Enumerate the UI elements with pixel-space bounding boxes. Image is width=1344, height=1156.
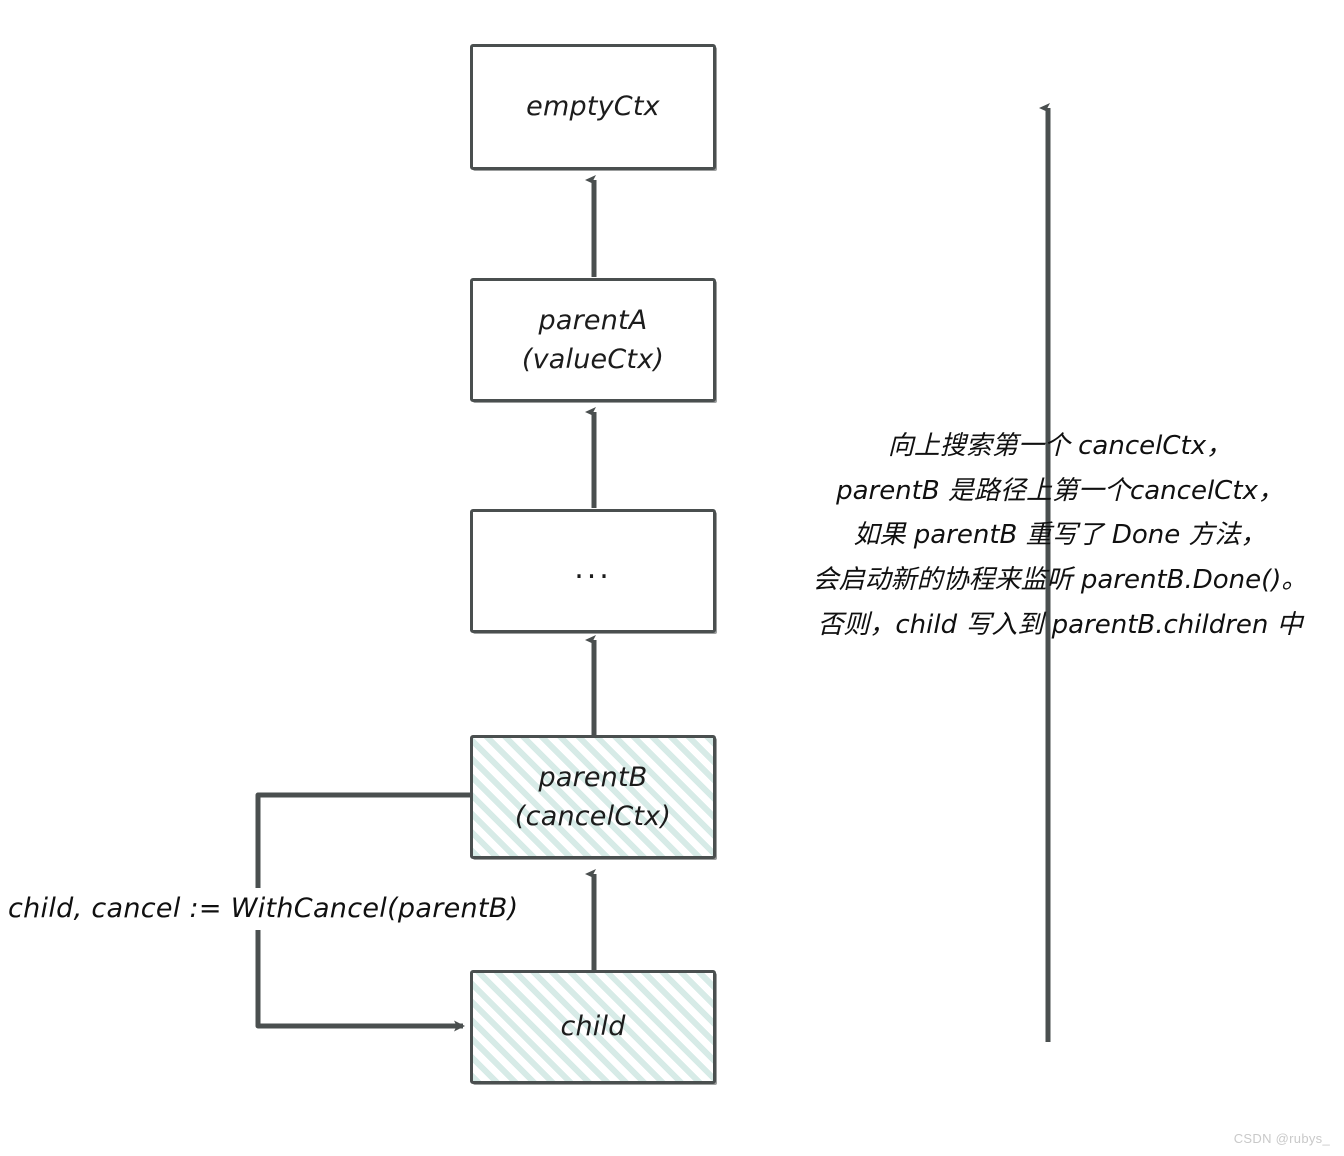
node-parenta: parentA (valueCtx) xyxy=(470,278,716,402)
search-explanation-line-2: parentB 是路径上第一个cancelCtx， xyxy=(836,475,1284,506)
search-explanation-line-4: 会启动新的协程来监听 parentB.Done()。 xyxy=(812,565,1308,596)
node-parentb: parentB (cancelCtx) xyxy=(470,735,716,859)
node-emptyctx: emptyCtx xyxy=(470,44,716,170)
node-ellipsis-label: ... xyxy=(574,551,612,586)
node-parenta-sublabel: (valueCtx) xyxy=(521,344,665,375)
node-child: child xyxy=(470,970,716,1084)
search-explanation-line-3: 如果 parentB 重写了 Done 方法， xyxy=(853,520,1267,551)
withcancel-annotation: child, cancel := WithCancel(parentB) xyxy=(8,893,519,924)
node-child-label: child xyxy=(560,1011,626,1043)
search-explanation-line-1: 向上搜索第一个 cancelCtx， xyxy=(887,431,1233,461)
node-parenta-label: parentA xyxy=(538,304,648,336)
node-parentb-sublabel: (cancelCtx) xyxy=(514,801,672,832)
search-explanation-note: 向上搜索第一个 cancelCtx， parentB 是路径上第一个cancel… xyxy=(780,424,1340,648)
diagram-canvas: emptyCtx parentA (valueCtx) ... parentB … xyxy=(0,0,1344,1156)
node-parentb-label: parentB xyxy=(538,761,648,793)
edge-withcancel-lower xyxy=(255,930,465,1032)
watermark: CSDN @rubys_ xyxy=(1233,1131,1330,1146)
edge-withcancel-upper xyxy=(255,792,470,888)
node-emptyctx-label: emptyCtx xyxy=(526,91,660,123)
search-explanation-line-5: 否则，child 写入到 parentB.children 中 xyxy=(817,609,1303,640)
node-ellipsis: ... xyxy=(470,509,716,633)
